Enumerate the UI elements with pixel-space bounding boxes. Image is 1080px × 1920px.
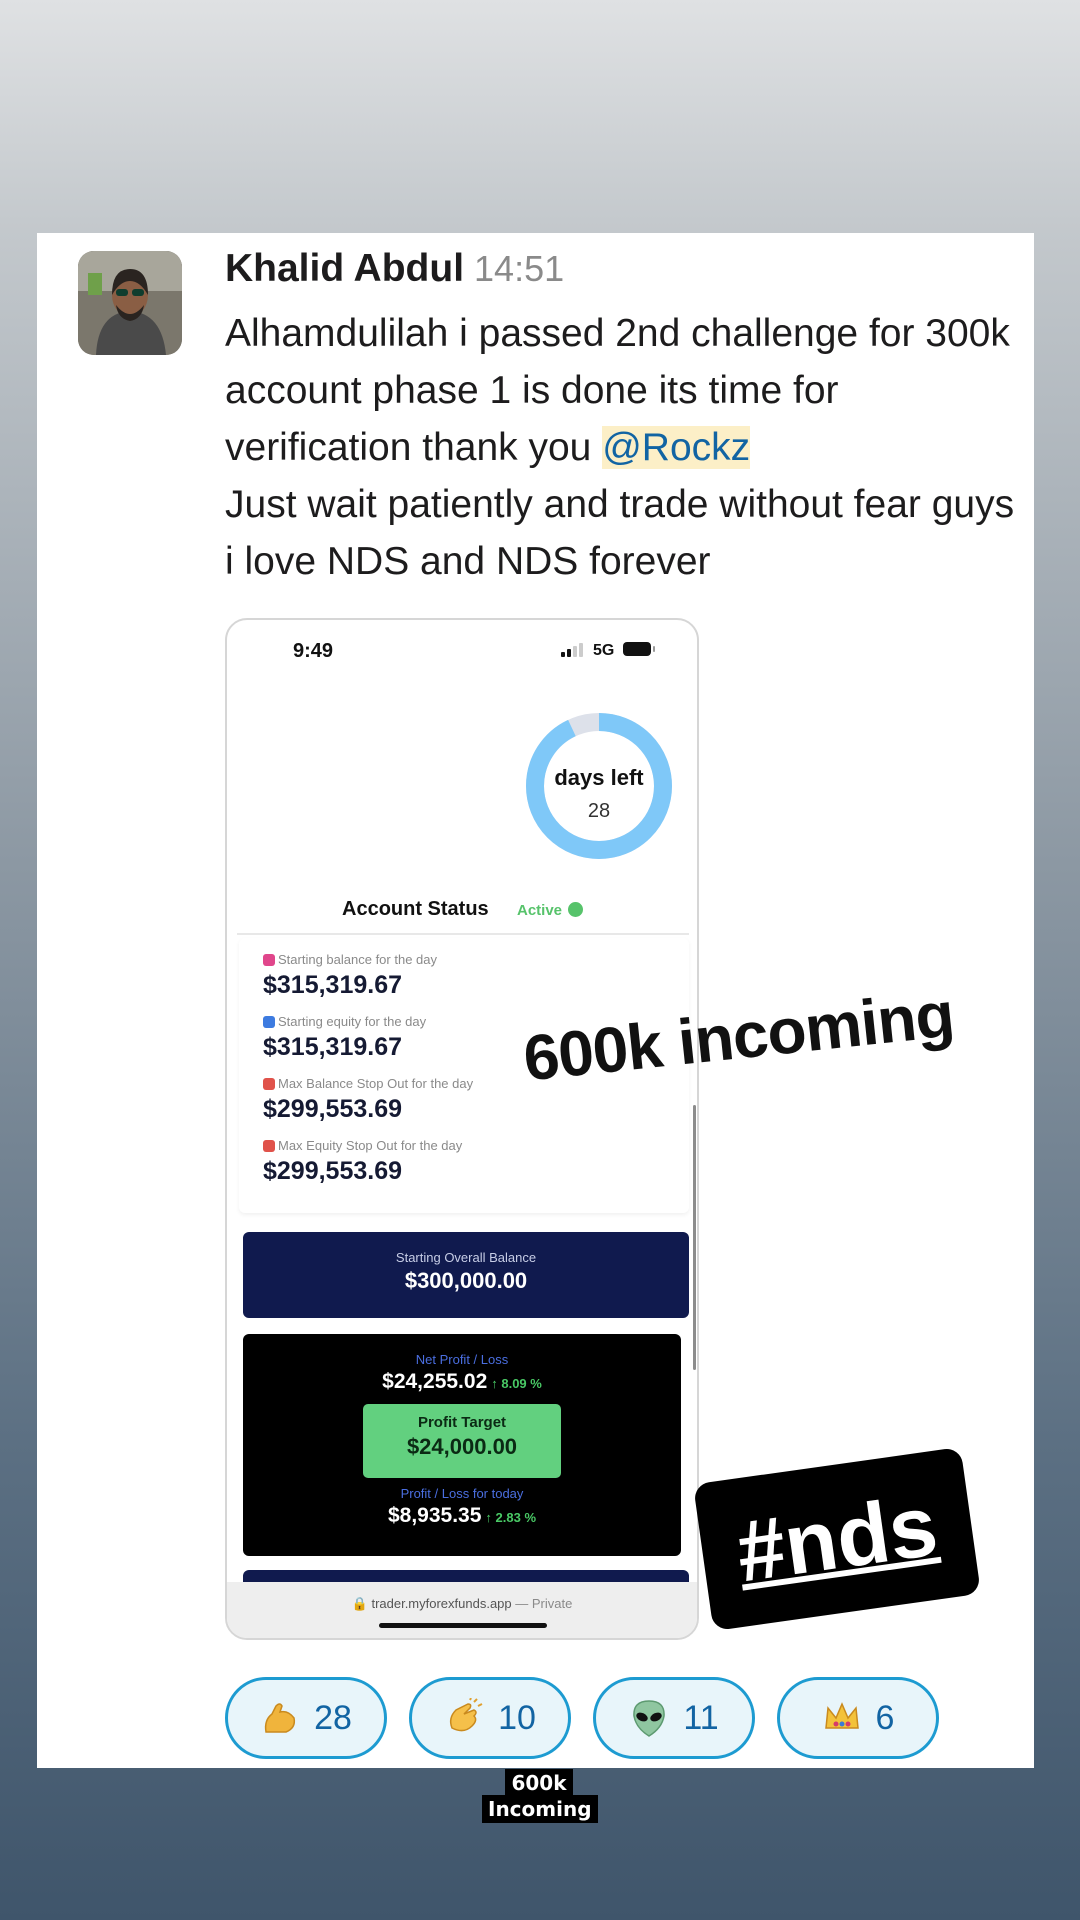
next-card-peek	[243, 1570, 689, 1582]
profit-target-box: Profit Target $24,000.00	[363, 1404, 561, 1478]
reaction-count: 10	[498, 1698, 536, 1737]
net-profit-label: Net Profit / Loss	[415, 1352, 509, 1367]
reaction-flexed-biceps[interactable]: 28	[225, 1677, 387, 1759]
caption-line-1: 600k	[505, 1769, 573, 1797]
metric-label: Starting balance for the day	[278, 952, 437, 967]
url-text: 🔒 trader.myforexfunds.app — Private	[227, 1582, 697, 1612]
reaction-clapping-hands[interactable]: 10	[409, 1677, 571, 1759]
days-left-label: days left	[554, 765, 644, 790]
metric-label: Starting equity for the day	[278, 1014, 427, 1029]
url-private: Private	[531, 1596, 573, 1611]
battery-icon	[623, 642, 655, 656]
reaction-count: 28	[314, 1698, 352, 1737]
legend-swatch-icon	[263, 1077, 275, 1090]
avatar[interactable]	[78, 251, 182, 355]
avatar-photo	[78, 251, 182, 355]
user-mention[interactable]: @Rockz	[602, 426, 751, 469]
attached-screenshot[interactable]: 9:49 5G days left 28 Account Status Acti…	[225, 618, 699, 1640]
url-bar[interactable]: 🔒 trader.myforexfunds.app — Private	[227, 1582, 697, 1638]
clapping-hands-icon	[450, 1698, 483, 1732]
divider	[237, 933, 689, 935]
message-text: Alhamdulilah i passed 2nd challenge for …	[225, 305, 1015, 590]
metric-max-equity-stop-out: Max Equity Stop Out for the day $299,553…	[263, 1138, 462, 1186]
profit-loss-card: Net Profit / Loss $24,255.02 ↑ 8.09 % Pro…	[243, 1334, 681, 1556]
metric-value: $315,319.67	[263, 1033, 403, 1061]
metric-starting-balance: Starting balance for the day $315,319.67	[263, 952, 437, 1000]
metric-value: $299,553.69	[263, 1095, 403, 1123]
today-pnl-change: ↑ 2.83 %	[485, 1510, 537, 1525]
flexed-biceps-icon	[264, 1703, 296, 1733]
message-header: Khalid Abdul 14:51	[225, 247, 564, 291]
profit-target-value: $24,000.00	[406, 1434, 518, 1459]
metric-value: $315,319.67	[263, 971, 403, 999]
today-pnl-value: $8,935.35	[387, 1504, 482, 1527]
url-domain: trader.myforexfunds.app	[371, 1596, 512, 1611]
overall-balance-label: Starting Overall Balance	[395, 1250, 537, 1265]
crown-icon	[824, 1702, 859, 1729]
metric-starting-equity: Starting equity for the day $315,319.67	[263, 1014, 426, 1062]
overall-balance-card: Starting Overall Balance $300,000.00	[243, 1232, 689, 1318]
today-pnl-row: $8,935.35 ↑ 2.83 %	[243, 1504, 681, 1528]
metric-label: Max Equity Stop Out for the day	[278, 1138, 463, 1153]
signal-icon	[561, 642, 583, 657]
reactions-bar: 28 10 11 6	[225, 1677, 939, 1759]
hashtag-text: #nds	[730, 1477, 943, 1601]
lock-icon: 🔒	[351, 1596, 368, 1611]
net-profit-value: $24,255.02	[382, 1370, 488, 1393]
legend-swatch-icon	[263, 1139, 275, 1152]
profit-target-label: Profit Target	[417, 1414, 507, 1431]
account-status-title: Account Status	[342, 898, 489, 920]
net-profit-change: ↑ 8.09 %	[491, 1376, 542, 1391]
metric-max-balance-stop-out: Max Balance Stop Out for the day $299,55…	[263, 1076, 473, 1124]
metric-value: $299,553.69	[263, 1157, 403, 1185]
reaction-crown[interactable]: 6	[777, 1677, 939, 1759]
network-type: 5G	[593, 642, 615, 659]
reaction-count: 11	[683, 1698, 719, 1737]
reaction-alien[interactable]: 11	[593, 1677, 755, 1759]
phone-status-time: 9:49	[293, 640, 334, 662]
today-pnl-label: Profit / Loss for today	[400, 1486, 524, 1501]
author-name[interactable]: Khalid Abdul	[225, 247, 464, 290]
timestamp[interactable]: 14:51	[474, 248, 564, 289]
home-indicator	[379, 1623, 547, 1628]
alien-icon	[633, 1700, 666, 1737]
metric-label: Max Balance Stop Out for the day	[278, 1076, 474, 1091]
url-separator: —	[511, 1596, 532, 1611]
days-left-value: 28	[587, 800, 611, 822]
status-badge: Active	[517, 902, 563, 919]
bottom-caption-sticker[interactable]: 600k Incoming	[482, 1769, 598, 1823]
net-profit-row: $24,255.02 ↑ 8.09 %	[243, 1370, 681, 1394]
message-body-continued: Just wait patiently and trade without fe…	[225, 483, 1015, 583]
legend-swatch-icon	[263, 953, 275, 966]
overall-balance-value: $300,000.00	[404, 1268, 528, 1293]
scrollbar[interactable]	[693, 1105, 696, 1370]
caption-line-2: Incoming	[482, 1795, 598, 1823]
status-dot-icon	[568, 902, 583, 917]
reaction-count: 6	[875, 1698, 895, 1737]
legend-swatch-icon	[263, 1015, 275, 1028]
